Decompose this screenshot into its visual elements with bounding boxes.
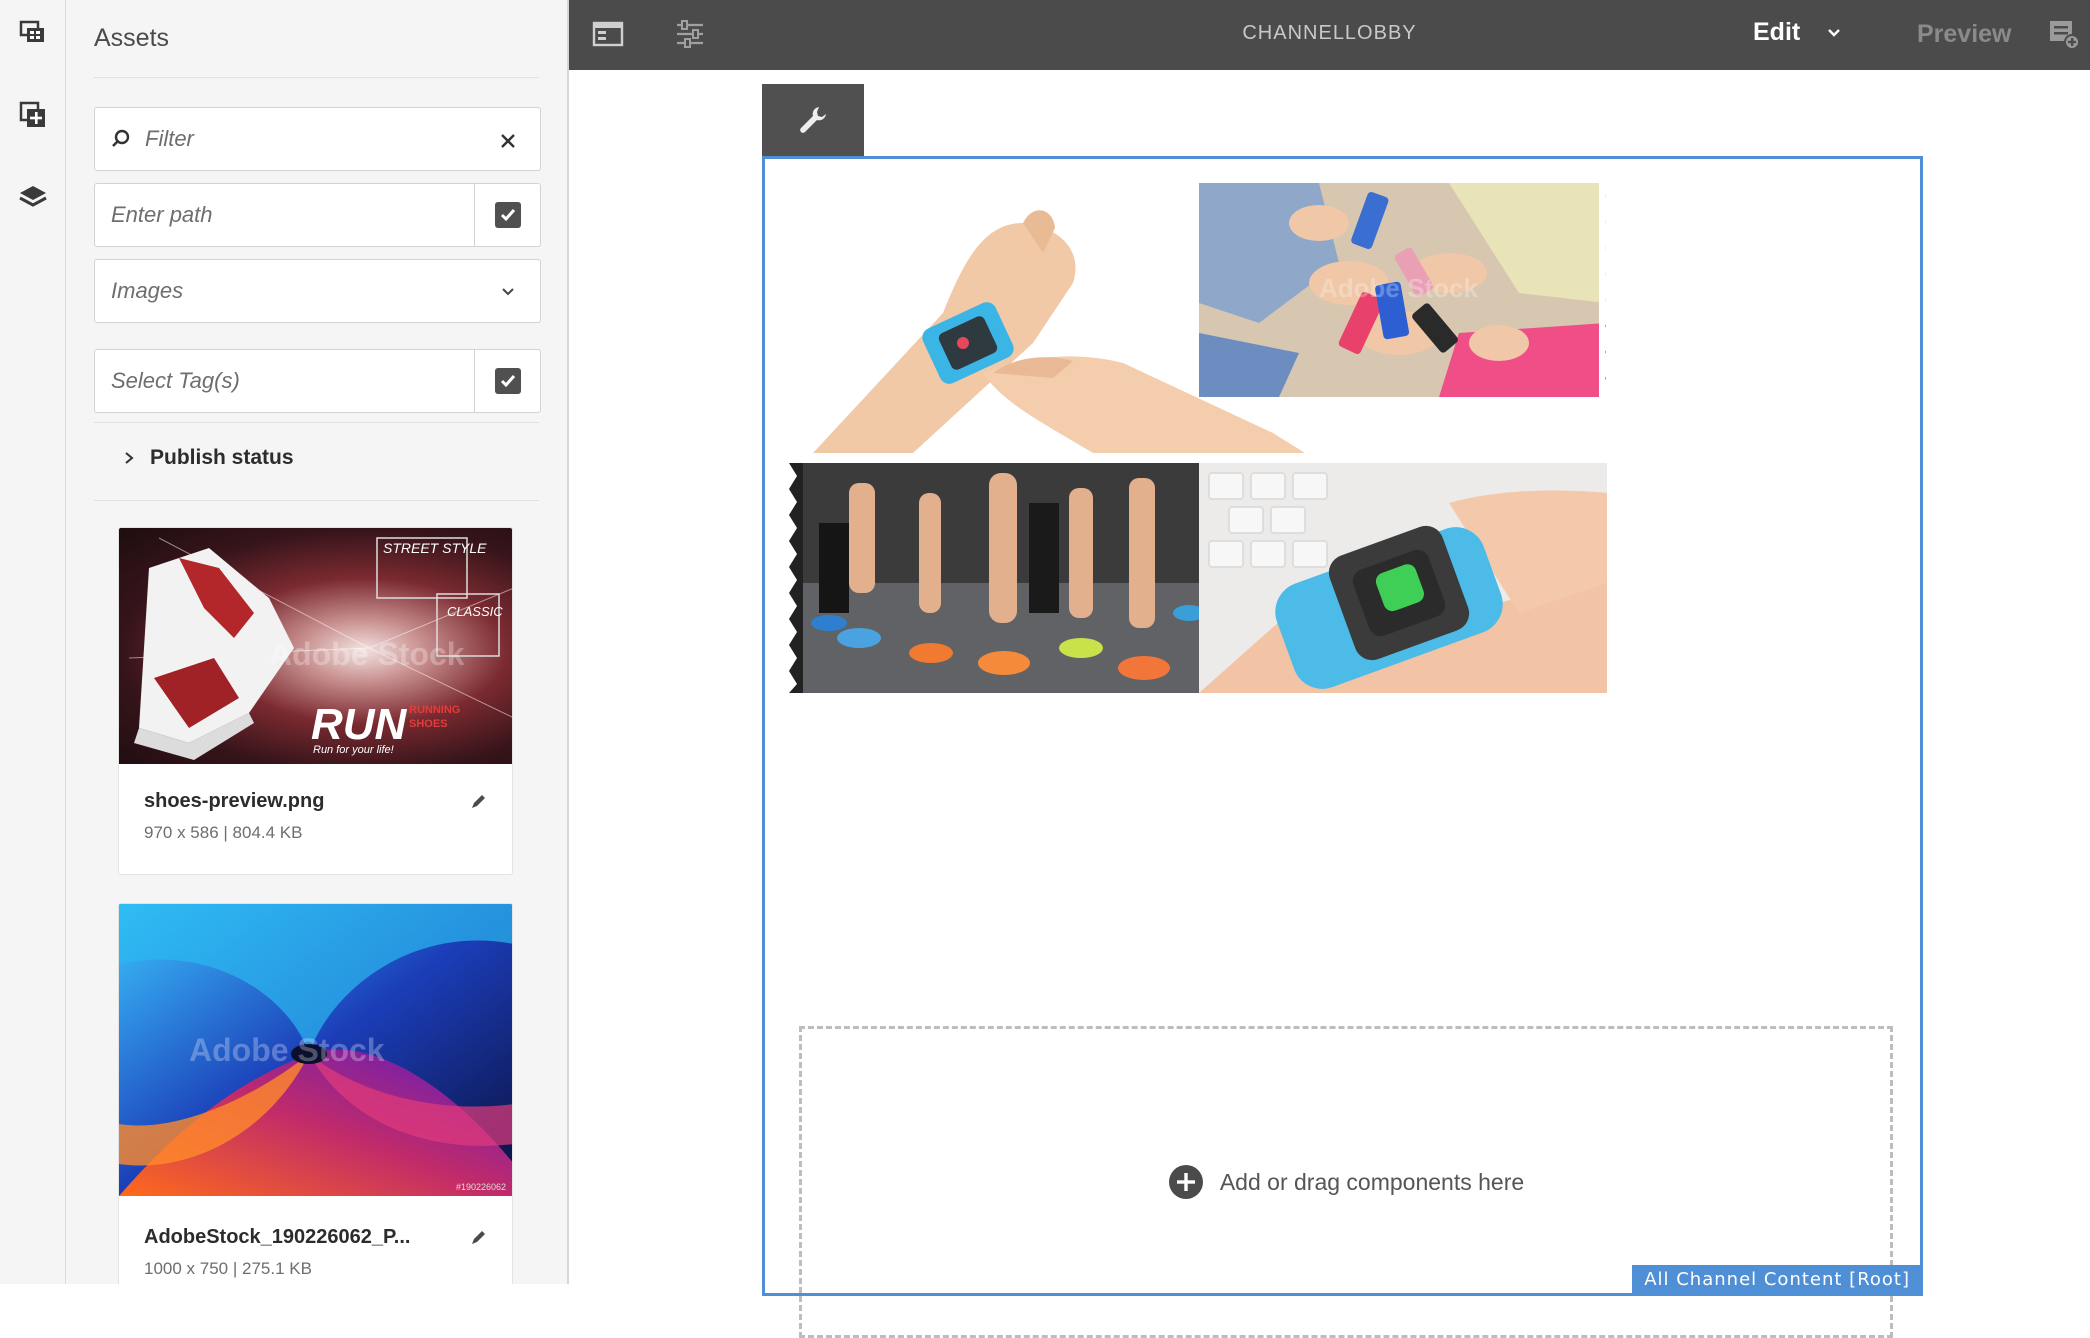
asset-image-caption: Run for your life!: [313, 744, 394, 756]
runners-photo: [799, 463, 1203, 693]
tags-browse-button[interactable]: [474, 350, 540, 412]
divider: [94, 500, 539, 501]
stock-watermark: Adobe Stock: [189, 1032, 385, 1068]
editor-toolbar: CHANNELLOBBY Edit Preview: [569, 0, 2090, 70]
chevron-down-icon: [1828, 28, 1841, 37]
sequence-image[interactable]: [1199, 463, 1607, 693]
mode-label: Edit: [1753, 18, 1801, 46]
preview-button[interactable]: Preview: [1917, 20, 2012, 49]
asset-image-caption: SHOES: [409, 718, 448, 730]
asset-thumbnail: Adobe Stock #190226062: [119, 904, 512, 1196]
asset-card[interactable]: Adobe Stock #190226062 AdobeStock_190226…: [118, 903, 513, 1284]
sequence-image[interactable]: Adobe Stock: [1199, 183, 1606, 397]
publish-status-toggle[interactable]: Publish status: [122, 446, 294, 470]
container-label: All Channel Content [Root]: [1632, 1265, 1920, 1293]
smartwatch-closeup-photo: [1199, 472, 1607, 693]
chevron-right-icon: [125, 452, 134, 464]
asset-meta: AdobeStock_190226062_P... 1000 x 750 | 2…: [119, 1196, 512, 1279]
asset-name: shoes-preview.png: [144, 790, 325, 812]
filter-field[interactable]: Filter: [94, 107, 541, 171]
wrench-icon: [800, 107, 826, 133]
path-browse-button[interactable]: [474, 184, 540, 246]
layers-icon: [19, 186, 47, 207]
side-rail: [0, 0, 66, 1284]
assets-tab-button[interactable]: [0, 0, 66, 66]
asset-image-headline: RUN: [311, 700, 407, 749]
toggle-side-panel-icon[interactable]: [591, 17, 625, 51]
configure-button[interactable]: [762, 84, 864, 156]
publish-status-label: Publish status: [150, 446, 294, 469]
edit-icon[interactable]: [468, 1228, 488, 1248]
asset-image-caption: RUNNING: [409, 704, 461, 716]
checkmark-icon: [494, 368, 521, 394]
stock-watermark: Adobe Stock: [269, 636, 465, 672]
mode-select[interactable]: Edit: [1753, 18, 1842, 47]
page-canvas: Adobe Stock Add or drag components here …: [569, 70, 2090, 1338]
divider: [94, 422, 539, 423]
image-edge-decoration: [1599, 183, 1613, 397]
sequence-image[interactable]: [799, 463, 1203, 693]
asset-card[interactable]: STREET STYLE CLASSIC RUN RUNNING SHOES R…: [118, 527, 513, 875]
divider: [94, 77, 539, 78]
chevron-down-icon: [502, 288, 514, 296]
stock-id-caption: #190226062: [455, 1182, 506, 1192]
channel-content-container[interactable]: Adobe Stock Add or drag components here …: [762, 156, 1923, 1338]
components-tab-button[interactable]: [0, 82, 66, 148]
tags-input[interactable]: Select Tag(s): [111, 368, 240, 394]
page-title: CHANNELLOBBY: [1242, 22, 1417, 44]
add-icon: [1168, 1165, 1203, 1199]
filter-input[interactable]: Filter: [145, 126, 194, 152]
asset-image-caption: STREET STYLE: [383, 540, 487, 556]
components-icon: [19, 101, 45, 127]
asset-image-caption: CLASSIC: [447, 604, 503, 619]
edit-icon[interactable]: [468, 792, 488, 812]
checkmark-icon: [494, 202, 521, 228]
search-icon: [112, 129, 130, 147]
assets-panel: Assets Filter Enter path Images Select T…: [66, 0, 569, 1284]
path-input[interactable]: Enter path: [111, 202, 213, 228]
dropzone-label: Add or drag components here: [1219, 1168, 1525, 1195]
asset-thumbnail: STREET STYLE CLASSIC RUN RUNNING SHOES R…: [119, 528, 512, 764]
asset-info: 1000 x 750 | 275.1 KB: [144, 1259, 312, 1278]
asset-name: AdobeStock_190226062_P...: [144, 1226, 411, 1248]
panel-title: Assets: [94, 24, 170, 52]
image-edge-decoration: [789, 463, 803, 693]
layers-tab-button[interactable]: [0, 164, 66, 230]
assets-icon: [19, 20, 44, 42]
tags-field[interactable]: Select Tag(s): [94, 349, 541, 413]
asset-meta: shoes-preview.png 970 x 586 | 804.4 KB: [119, 764, 512, 843]
asset-type-value: Images: [111, 278, 184, 303]
asset-type-select[interactable]: Images: [94, 259, 541, 323]
close-icon[interactable]: [500, 133, 516, 149]
annotations-icon[interactable]: [2047, 17, 2081, 51]
path-field[interactable]: Enter path: [94, 183, 541, 247]
page-properties-icon[interactable]: [673, 17, 707, 51]
stock-watermark: Adobe Stock: [1319, 273, 1478, 303]
asset-info: 970 x 586 | 804.4 KB: [144, 823, 303, 842]
